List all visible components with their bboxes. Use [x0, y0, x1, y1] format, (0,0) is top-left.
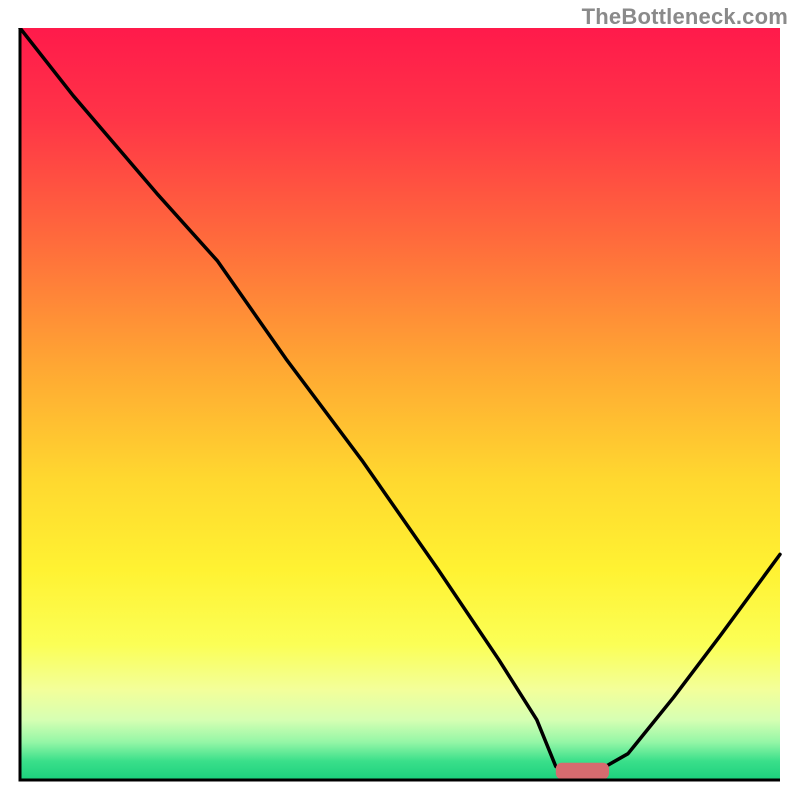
- chart-frame: TheBottleneck.com: [0, 0, 800, 800]
- plot-area: [18, 28, 782, 784]
- chart-background: [20, 28, 780, 780]
- optimal-range-marker: [556, 763, 609, 780]
- watermark-text: TheBottleneck.com: [582, 4, 788, 30]
- chart-svg: [18, 28, 782, 784]
